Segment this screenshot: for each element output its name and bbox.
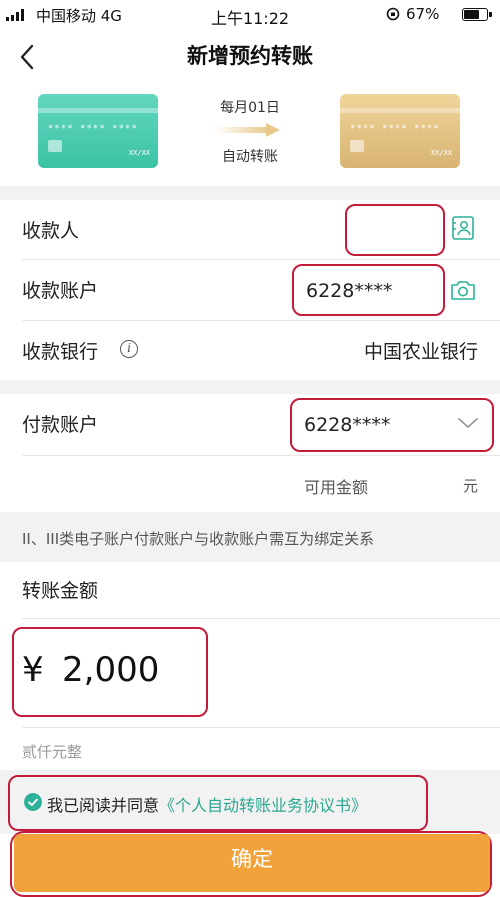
payee-card-illustration: **** **** **** XX/XX	[340, 94, 460, 168]
amount-value: 2,000	[62, 650, 160, 690]
amount-in-words: 贰仟元整	[22, 743, 83, 761]
status-bar: 中国移动 4G 上午11:22 67%	[0, 0, 500, 28]
schedule-label: 每月01日	[220, 100, 280, 116]
rotation-lock-icon	[386, 7, 400, 21]
page-title: 新增预约转账	[187, 44, 313, 68]
agreement-text: 我已阅读并同意《个人自动转账业务协议书》	[47, 792, 367, 816]
payee-name-label: 收款人	[22, 220, 80, 242]
account-binding-notice: II、III类电子账户付款账户与收款账户需互为绑定关系	[22, 530, 375, 548]
card-number-mask: **** **** ****	[48, 124, 138, 134]
agreement-statement: 我已阅读并同意	[47, 796, 160, 815]
card-chip-icon	[350, 140, 364, 152]
card-chip-icon	[48, 140, 62, 152]
card-number-mask: **** **** ****	[350, 124, 440, 134]
currency-symbol: ¥	[22, 650, 44, 690]
payee-account-label: 收款账户	[22, 280, 99, 302]
divider	[22, 259, 500, 260]
battery-icon	[462, 8, 492, 21]
divider	[22, 727, 500, 728]
section-gap	[0, 380, 500, 394]
contacts-icon[interactable]	[452, 216, 474, 240]
checkbox-checked-icon[interactable]	[24, 793, 42, 811]
camera-icon[interactable]	[450, 279, 476, 301]
amount-label: 转账金额	[22, 580, 99, 602]
payee-name-field[interactable]	[345, 204, 445, 256]
battery-percent: 67%	[406, 5, 440, 23]
available-balance-label: 可用金额	[304, 478, 369, 497]
payee-account-field[interactable]: 6228****	[292, 264, 445, 316]
info-icon[interactable]: i	[120, 340, 138, 358]
divider	[22, 320, 500, 321]
divider	[22, 455, 500, 456]
agreement-link[interactable]: 《个人自动转账业务协议书》	[159, 796, 367, 815]
transfer-arrow-icon	[214, 123, 280, 137]
available-balance-unit: 元	[463, 477, 479, 495]
payee-bank-value[interactable]: 中国农业银行	[364, 337, 478, 364]
card-expiry: XX/XX	[430, 149, 452, 157]
payer-account-label: 付款账户	[22, 414, 99, 436]
card-expiry: XX/XX	[128, 149, 150, 157]
transfer-mode-label: 自动转账	[222, 149, 278, 165]
divider	[22, 618, 500, 619]
payer-account-value: 6228****	[304, 414, 391, 436]
payer-card-illustration: **** **** **** XX/XX	[38, 94, 158, 168]
payee-bank-label: 收款银行	[22, 341, 99, 363]
chevron-down-icon[interactable]	[456, 415, 480, 431]
confirm-button[interactable]: 确定	[14, 834, 490, 892]
section-gap	[0, 186, 500, 200]
payee-account-value: 6228****	[306, 280, 393, 302]
